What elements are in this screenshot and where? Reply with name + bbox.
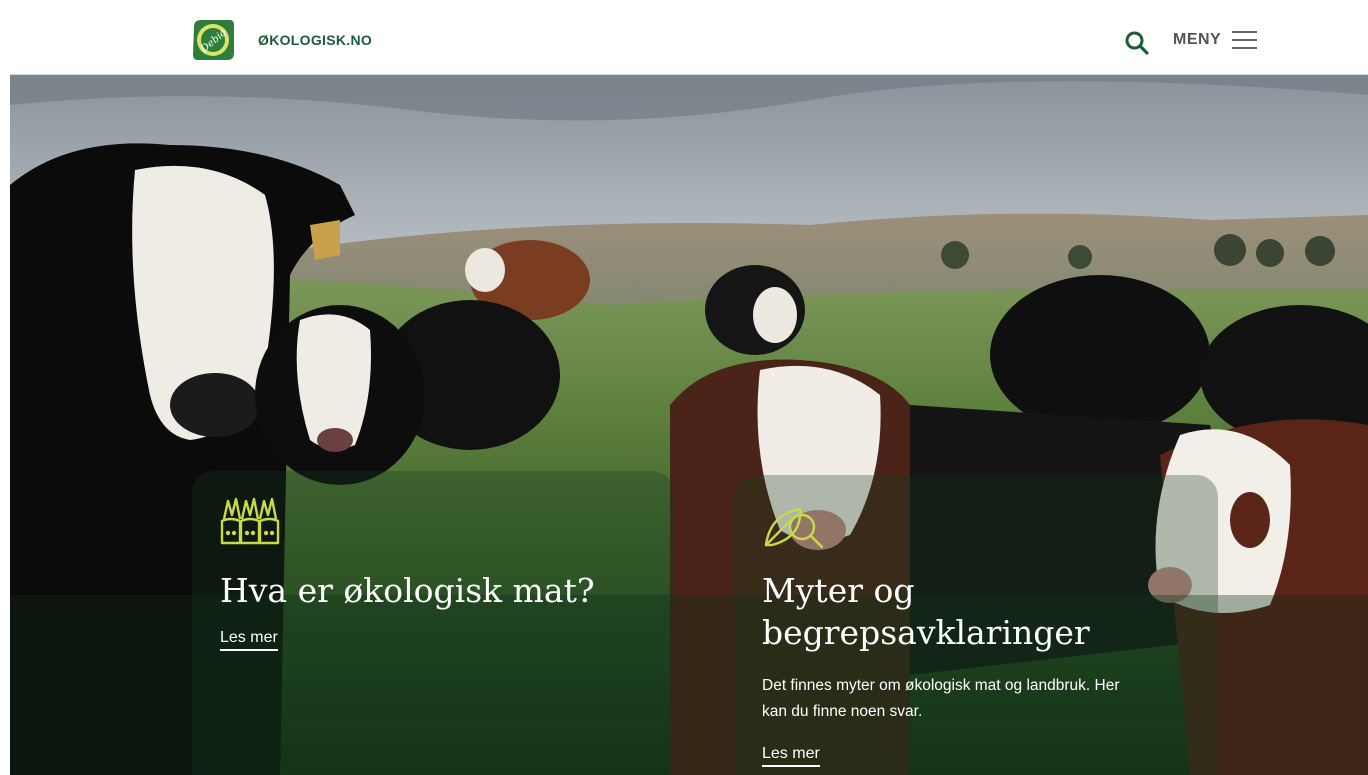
card-title-line-2: begrepsavklaringer bbox=[762, 613, 1090, 652]
read-more-link[interactable]: Les mer bbox=[220, 629, 278, 651]
hamburger-menu-icon[interactable] bbox=[1232, 29, 1258, 51]
debio-logo[interactable]: Debio bbox=[190, 17, 236, 63]
card-organic-food[interactable]: Hva er økologisk mat? Les mer bbox=[192, 471, 674, 775]
leaf-magnifier-icon bbox=[762, 503, 826, 556]
card-description-line-1: Det finnes myter om økologisk mat og lan… bbox=[762, 677, 1120, 694]
site-name[interactable]: ØKOLOGISK.NO bbox=[258, 32, 372, 48]
read-more-link[interactable]: Les mer bbox=[762, 745, 820, 767]
card-title: Hva er økologisk mat? bbox=[220, 571, 595, 610]
card-myths[interactable]: Myter og begrepsavklaringer Det finnes m… bbox=[734, 475, 1218, 775]
card-title-line-1: Myter og bbox=[762, 571, 915, 610]
search-icon[interactable] bbox=[1124, 30, 1150, 56]
hero-image: Hva er økologisk mat? Les mer Myter og b… bbox=[10, 75, 1368, 775]
card-description-line-2: kan du finne noen svar. bbox=[762, 703, 923, 720]
menu-button[interactable]: MENY bbox=[1173, 31, 1221, 49]
site-header: Debio ØKOLOGISK.NO MENY bbox=[10, 8, 1368, 75]
carrots-icon bbox=[220, 497, 284, 554]
